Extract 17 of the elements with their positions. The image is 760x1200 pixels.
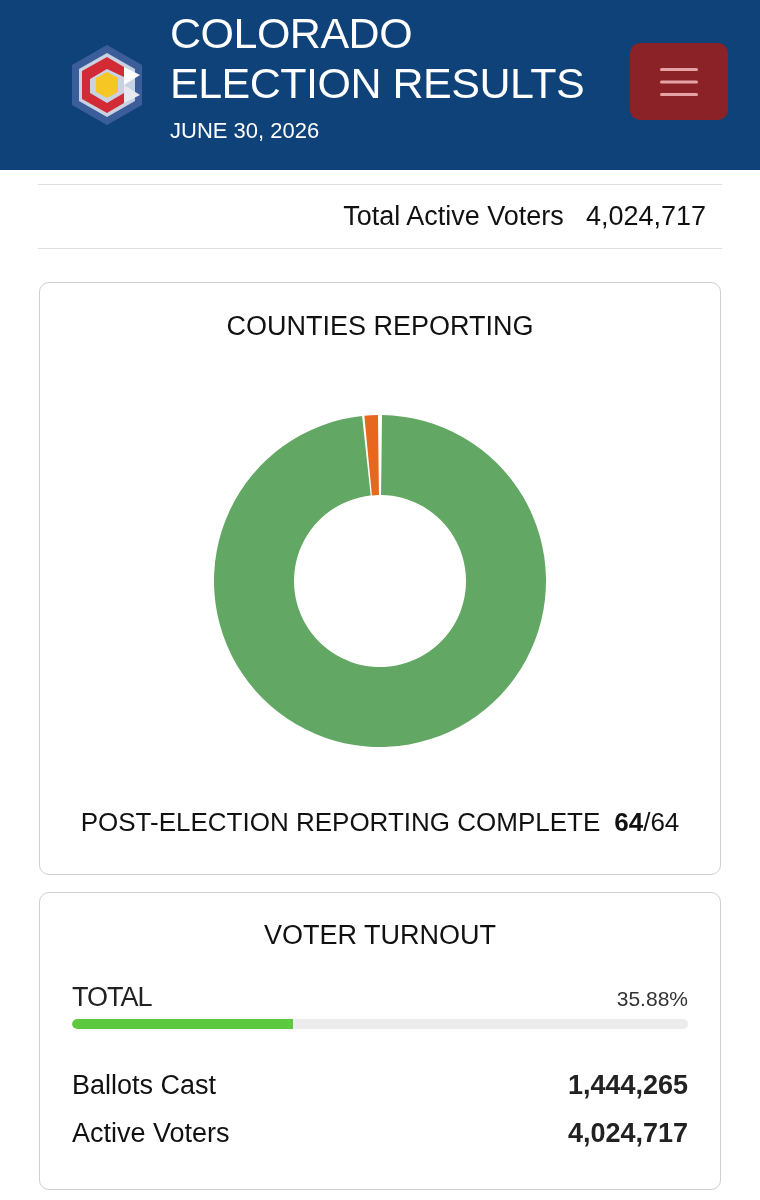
total-active-voters-label: Total Active Voters xyxy=(343,200,564,234)
reporting-status: POST-ELECTION REPORTING COMPLETE xyxy=(80,806,601,838)
site-title: COLORADO ELECTION RESULTS xyxy=(170,8,586,108)
counties-count: 64/64 xyxy=(614,806,680,838)
turnout-percent: 35.88% xyxy=(616,986,688,1012)
stat-label: Active Voters xyxy=(72,1117,230,1149)
logo-icon xyxy=(72,45,142,125)
stat-value: 1,444,265 xyxy=(567,1069,688,1101)
card-title: VOTER TURNOUT xyxy=(264,919,496,951)
menu-icon xyxy=(660,67,698,96)
total-active-voters-value: 4,024,717 xyxy=(585,200,706,234)
menu-button[interactable] xyxy=(630,43,728,120)
stat-value: 4,024,717 xyxy=(567,1117,688,1149)
stat-label: Ballots Cast xyxy=(72,1069,217,1101)
card-title: COUNTIES REPORTING xyxy=(226,310,534,342)
total-label: TOTAL xyxy=(72,981,152,1013)
election-date: JUNE 30, 2026 xyxy=(170,117,321,145)
